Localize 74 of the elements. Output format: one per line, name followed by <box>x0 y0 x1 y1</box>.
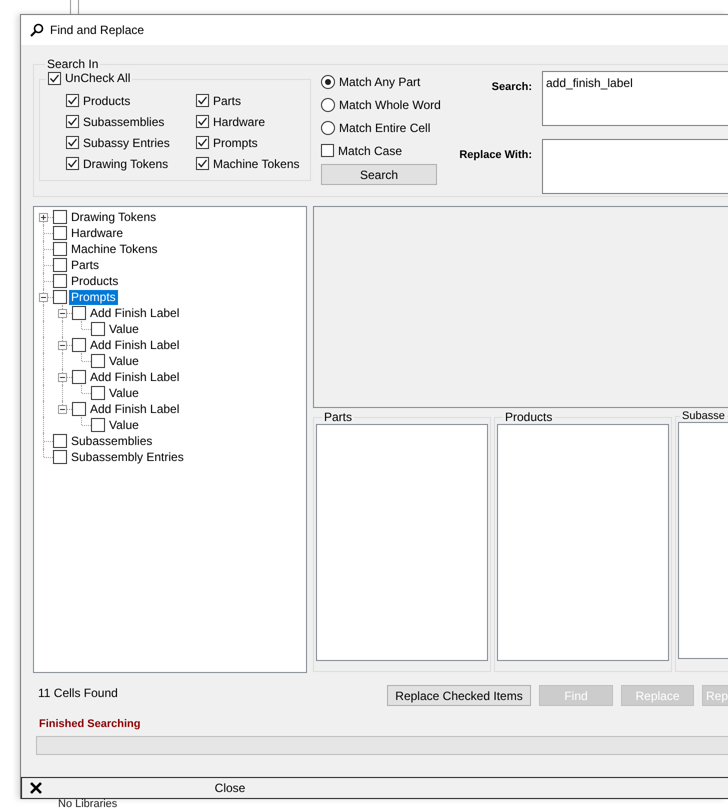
check-icon <box>67 95 78 106</box>
check-icon <box>67 116 78 127</box>
tree-item[interactable]: Parts <box>69 258 102 272</box>
tree-checkbox[interactable] <box>53 258 67 272</box>
tree-checkbox[interactable] <box>53 210 67 224</box>
tree-checkbox[interactable] <box>53 290 67 304</box>
check-icon <box>67 158 78 169</box>
collapse-icon[interactable] <box>39 293 48 302</box>
radio-indicator[interactable] <box>321 120 335 134</box>
tree-checkbox[interactable] <box>53 450 67 464</box>
category-checkbox[interactable]: Subassemblies <box>66 114 196 128</box>
tree-item[interactable]: Value <box>107 386 141 400</box>
tree-item[interactable]: Value <box>107 322 141 336</box>
check-icon <box>197 158 208 169</box>
replace-label: Replace With: <box>458 148 532 163</box>
tree-checkbox[interactable] <box>53 274 67 288</box>
message-text: Finished Searching <box>38 718 142 730</box>
tree-checkbox[interactable] <box>91 322 105 336</box>
tree-item[interactable]: Value <box>107 354 141 368</box>
window-title: Find and Replace <box>50 23 144 37</box>
action-button[interactable]: Replace Checked Items <box>387 685 531 706</box>
library-status-text: No Libraries <box>58 800 118 808</box>
radio-indicator[interactable] <box>321 74 335 88</box>
tree-checkbox[interactable] <box>72 402 86 416</box>
group-title: Subasse <box>681 410 726 422</box>
tree-checkbox[interactable] <box>91 354 105 368</box>
collapse-icon[interactable] <box>58 309 67 318</box>
tree-item[interactable]: Drawing Tokens <box>69 210 158 224</box>
tree-checkbox[interactable] <box>91 386 105 400</box>
tree-item[interactable]: Add Finish Label <box>88 402 182 416</box>
tree-checkbox[interactable] <box>53 226 67 240</box>
tree-checkbox[interactable] <box>91 418 105 432</box>
group-title: Products <box>504 410 554 424</box>
search-icon <box>30 23 44 37</box>
results-list[interactable] <box>678 422 728 659</box>
group-title: Search In <box>46 57 100 71</box>
collapse-icon[interactable] <box>58 341 67 350</box>
tree-item[interactable]: Add Finish Label <box>88 338 182 352</box>
group-title: Parts <box>323 410 354 424</box>
category-checkbox[interactable]: Subassy Entries <box>66 136 196 150</box>
replace-field[interactable] <box>542 139 728 194</box>
check-icon <box>197 95 208 106</box>
status-text: 11 Cells Found <box>38 685 119 700</box>
close-icon <box>29 781 43 795</box>
tree-item[interactable]: Subassembly Entries <box>69 450 186 464</box>
search-button[interactable]: Search <box>321 164 437 185</box>
tree-checkbox[interactable] <box>72 338 86 352</box>
category-checkbox[interactable]: Products <box>66 94 196 108</box>
expand-icon[interactable] <box>39 213 48 222</box>
tree-checkbox[interactable] <box>53 434 67 448</box>
radio-indicator[interactable] <box>321 98 335 112</box>
tree-item[interactable]: Hardware <box>69 226 126 240</box>
tree-checkbox[interactable] <box>53 242 67 256</box>
tree-item[interactable]: Subassemblies <box>69 434 154 448</box>
tree-checkbox[interactable] <box>72 370 86 384</box>
tree-checkbox[interactable] <box>72 306 86 320</box>
check-icon <box>49 72 60 84</box>
check-icon <box>197 137 208 148</box>
check-icon <box>197 116 208 127</box>
category-checkbox[interactable]: Drawing Tokens <box>66 156 196 170</box>
tree-item[interactable]: Products <box>69 274 120 288</box>
tree-item[interactable]: Prompts <box>69 290 118 304</box>
tree-item[interactable]: Machine Tokens <box>69 242 160 256</box>
close-button[interactable]: Close <box>21 777 728 799</box>
uncheck-all-checkbox[interactable]: UnCheck All <box>48 71 130 85</box>
collapse-icon[interactable] <box>58 373 67 382</box>
match-radio[interactable]: Match Any Part <box>321 73 451 90</box>
check-icon <box>67 137 78 148</box>
tree-item[interactable]: Add Finish Label <box>88 306 182 320</box>
tree-item[interactable]: Add Finish Label <box>88 370 182 384</box>
search-label: Search: <box>490 80 532 95</box>
search-field[interactable]: add_finish_label <box>542 71 728 126</box>
tree-item[interactable]: Value <box>107 418 141 432</box>
collapse-icon[interactable] <box>58 405 67 414</box>
